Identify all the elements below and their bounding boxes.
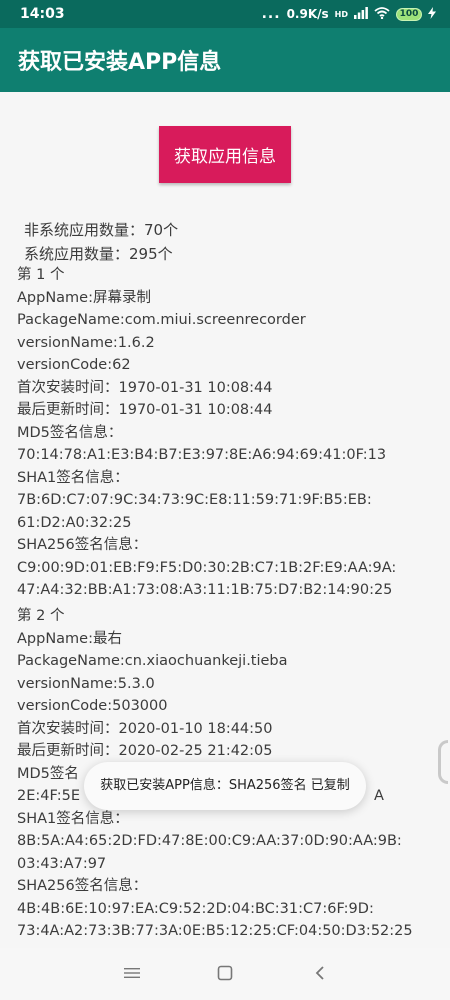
sha256-value-line1[interactable]: 4B:4B:6E:10:97:EA:C9:52:2D:04:BC:31:C7:6… (17, 898, 417, 921)
status-indicators: ... 0.9K/s HD 100 (262, 6, 436, 22)
md5-value[interactable]: 70:14:78:A1:E3:B4:B7:E3:97:8E:A6:94:69:4… (17, 444, 396, 467)
sha1-label: SHA1签名信息： (17, 469, 129, 486)
main-content[interactable]: 获取应用信息 非系统应用数量：70个 系统应用数量：295个 第 1 个 App… (0, 92, 450, 948)
version-name: versionName:1.6.2 (17, 334, 155, 351)
sha256-value-line2[interactable]: 47:A4:32:BB:A1:73:08:A3:11:1B:75:D7:B2:1… (17, 579, 396, 602)
first-install-time: 首次安装时间：2020-01-10 18:44:50 (17, 720, 273, 737)
sha256-label: SHA256签名信息： (17, 537, 148, 553)
sha1-value-line2[interactable]: 03:43:A7:97 (17, 853, 417, 876)
battery-icon: 100 (396, 7, 422, 21)
sha256-value-line2[interactable]: 73:4A:A2:73:3B:77:3A:0E:B5:12:25:CF:04:5… (17, 920, 417, 943)
sha256-label: SHA256签名信息： (17, 878, 148, 894)
notification-dots-icon: ... (261, 6, 281, 22)
sha256-value-line1[interactable]: C9:00:9D:01:EB:F9:F5:D0:30:2B:C7:1B:2F:E… (17, 557, 396, 580)
package-name: PackageName:cn.xiaochuankeji.tieba (17, 653, 288, 669)
app-bar: 获取已安装APP信息 (0, 28, 450, 92)
status-bar: 14:03 ... 0.9K/s HD 100 (0, 0, 450, 28)
app-name: AppName:屏幕录制 (17, 289, 151, 306)
sha1-value-line1[interactable]: 8B:5A:A4:65:2D:FD:47:8E:00:C9:AA:37:0D:9… (17, 830, 417, 853)
sha1-value-line2[interactable]: 61:D2:A0:32:25 (17, 512, 396, 535)
package-name: PackageName:com.miui.screenrecorder (17, 312, 306, 328)
app-info-item: 第 1 个 AppName:屏幕录制 PackageName:com.miui.… (17, 264, 396, 602)
last-update-time: 最后更新时间：2020-02-25 21:42:05 (17, 743, 273, 759)
app-counts: 非系统应用数量：70个 系统应用数量：295个 (24, 218, 178, 266)
signal-icon (354, 6, 368, 22)
md5-value-end: A (374, 788, 384, 804)
last-update-time: 最后更新时间：1970-01-31 10:08:44 (17, 402, 273, 418)
app-name: AppName:最右 (17, 630, 122, 647)
wifi-icon (374, 6, 390, 22)
back-chevron-icon[interactable] (309, 962, 331, 984)
get-app-info-button[interactable]: 获取应用信息 (159, 126, 291, 183)
first-install-time: 首次安装时间：1970-01-31 10:08:44 (17, 379, 273, 396)
app-index: 第 2 个 (17, 608, 65, 624)
navigation-bar (0, 948, 450, 1000)
md5-value-start: 2E:4F:5E (17, 788, 80, 804)
toast-text: 获取已安装APP信息：SHA256签名 已复制 (100, 778, 350, 793)
home-square-icon[interactable] (214, 962, 236, 984)
sha1-value-line1[interactable]: 7B:6D:C7:07:9C:34:73:9C:E8:11:59:71:9F:B… (17, 489, 396, 512)
scroll-handle[interactable] (438, 740, 448, 784)
status-time: 14:03 (20, 6, 65, 22)
non-system-count: 非系统应用数量：70个 (24, 221, 179, 239)
page-title: 获取已安装APP信息 (18, 50, 222, 75)
app-index: 第 1 个 (17, 267, 65, 283)
network-speed: 0.9K/s (286, 7, 329, 21)
system-count: 系统应用数量：295个 (24, 245, 173, 263)
md5-label: MD5签名信息： (17, 424, 123, 441)
menu-icon[interactable] (121, 962, 143, 984)
version-name: versionName:5.3.0 (17, 675, 155, 692)
version-code: versionCode:503000 (17, 698, 168, 714)
version-code: versionCode:62 (17, 357, 131, 373)
sha1-label: SHA1签名信息： (17, 810, 129, 827)
charging-icon (428, 6, 436, 22)
toast-message: 获取已安装APP信息：SHA256签名 已复制 (84, 762, 366, 810)
network-tag: HD (334, 9, 348, 19)
